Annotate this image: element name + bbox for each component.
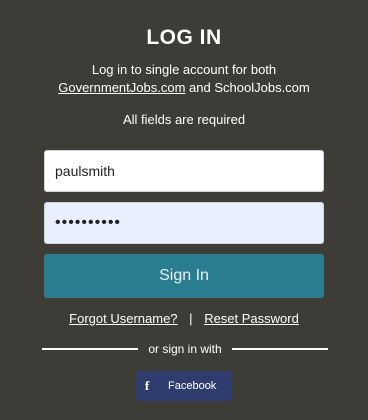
divider-line-left [42,348,139,350]
sign-in-button[interactable]: Sign In [44,254,324,298]
governmentjobs-link[interactable]: GovernmentJobs.com [58,80,185,95]
divider-text: or sign in with [148,342,222,356]
page-title: LOG IN [146,26,222,49]
facebook-icon: f [144,378,150,393]
required-note: All fields are required [122,112,246,127]
facebook-button[interactable]: f Facebook [136,371,232,401]
account-links: Forgot Username? | Reset Password [0,311,368,326]
subtitle-line: Log in to single account for both [91,62,277,77]
and-text: and [189,80,211,95]
password-value: •••••••••• [55,214,122,231]
login-subtitle: Log in to single account for both Govern… [0,61,368,97]
social-divider: or sign in with [42,341,328,357]
facebook-label: Facebook [168,380,217,392]
reset-password-link[interactable]: Reset Password [204,311,299,326]
login-panel: LOG IN Log in to single account for both… [0,0,368,420]
schooljobs-text: SchoolJobs.com [214,80,310,95]
password-input[interactable]: •••••••••• [44,202,324,244]
forgot-username-link[interactable]: Forgot Username? [69,311,177,326]
link-separator: | [189,311,193,326]
subtitle-sites: GovernmentJobs.com and SchoolJobs.com [0,79,368,97]
divider-line-right [231,348,328,350]
username-input[interactable]: paulsmith [44,150,324,192]
username-value: paulsmith [55,163,115,179]
